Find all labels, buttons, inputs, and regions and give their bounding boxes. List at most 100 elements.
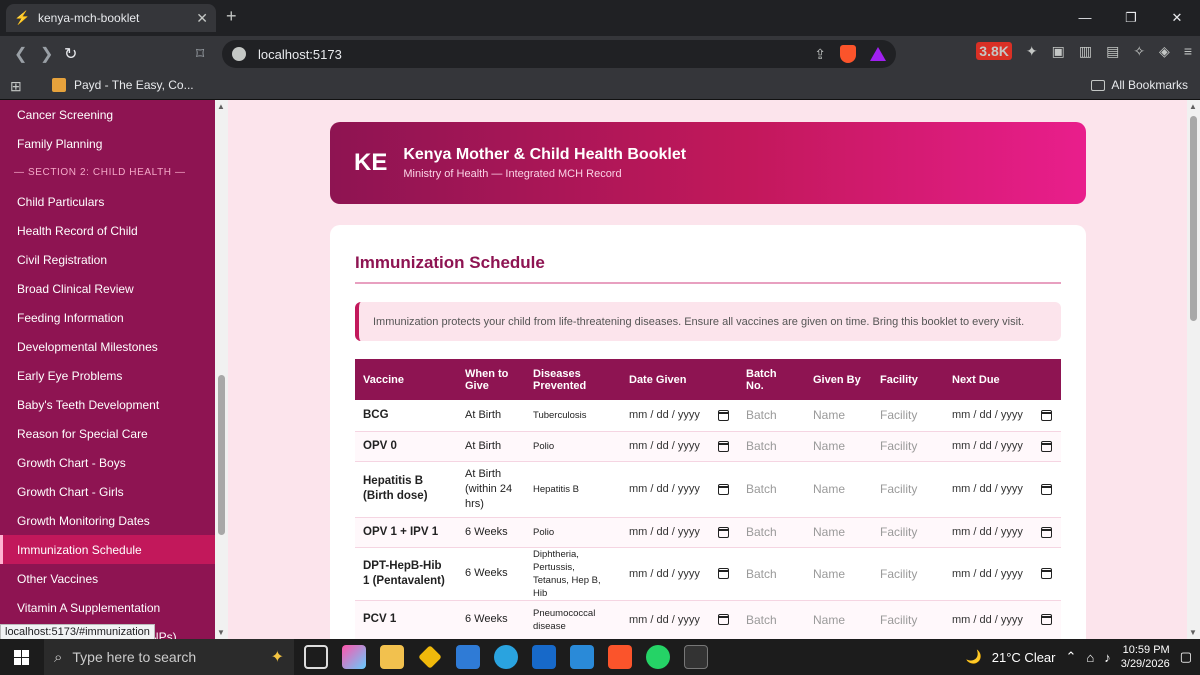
bookmark-item[interactable]: Payd - The Easy, Co... (52, 78, 194, 92)
sidebar-item-eye-problems[interactable]: Early Eye Problems (0, 361, 215, 390)
minimize-icon[interactable]: — (1062, 0, 1108, 36)
sidebar-item-civil-registration[interactable]: Civil Registration (0, 245, 215, 274)
date-given-input[interactable]: mm / dd / yyyy (629, 614, 729, 626)
notification-icon[interactable]: ▢ (1180, 649, 1192, 665)
new-tab-icon[interactable]: + (226, 6, 237, 27)
page-scrollbar[interactable]: ▲ ▼ (1187, 100, 1200, 639)
date-given-input[interactable]: mm / dd / yyyy (629, 483, 729, 495)
sidebar-item-clinical-review[interactable]: Broad Clinical Review (0, 274, 215, 303)
given-by-input[interactable]: Name (813, 613, 845, 627)
all-bookmarks-button[interactable]: All Bookmarks (1091, 78, 1188, 92)
wallet-icon[interactable]: ▤ (1106, 43, 1119, 60)
calendar-icon[interactable] (718, 483, 729, 495)
calendar-icon[interactable] (1041, 409, 1052, 421)
sidebar-item-milestones[interactable]: Developmental Milestones (0, 332, 215, 361)
calendar-icon[interactable] (1041, 483, 1052, 495)
sidebar-item-vitamin-a[interactable]: Vitamin A Supplementation (0, 593, 215, 622)
given-by-input[interactable]: Name (813, 439, 845, 453)
scroll-down-icon[interactable]: ▼ (1189, 628, 1197, 637)
site-info-icon[interactable] (232, 47, 246, 61)
reload-icon[interactable]: ↻ (64, 44, 77, 64)
next-due-input[interactable]: mm / dd / yyyy (952, 483, 1052, 495)
calendar-icon[interactable] (718, 568, 729, 579)
next-due-input[interactable]: mm / dd / yyyy (952, 614, 1052, 626)
sidebar-item-growth-girls[interactable]: Growth Chart - Girls (0, 477, 215, 506)
volume-icon[interactable]: ♪ (1104, 650, 1111, 665)
sidebar-item-special-care[interactable]: Reason for Special Care (0, 419, 215, 448)
sidebar-item-feeding[interactable]: Feeding Information (0, 303, 215, 332)
calendar-icon[interactable] (1041, 614, 1052, 625)
tray-chevron-icon[interactable]: ⌃ (1066, 649, 1077, 665)
facility-input[interactable]: Facility (880, 439, 917, 453)
task-view-icon[interactable] (304, 645, 328, 669)
extensions-icon[interactable]: ✦ (1026, 43, 1038, 60)
next-due-input[interactable]: mm / dd / yyyy (952, 526, 1052, 538)
brave-rewards-icon[interactable] (870, 47, 886, 61)
batch-input[interactable]: Batch (746, 525, 777, 539)
sidebar-item-immunization[interactable]: Immunization Schedule (0, 535, 215, 564)
store-icon[interactable] (456, 645, 480, 669)
weather-text[interactable]: 21°C Clear (992, 650, 1056, 665)
given-by-input[interactable]: Name (813, 567, 845, 581)
whatsapp-icon[interactable] (646, 645, 670, 669)
next-due-input[interactable]: mm / dd / yyyy (952, 568, 1052, 580)
sidebar-item-family-planning[interactable]: Family Planning (0, 129, 215, 158)
vpn-icon[interactable]: ◈ (1159, 43, 1170, 60)
brave-shields-icon[interactable] (840, 45, 856, 63)
telegram-icon[interactable] (494, 645, 518, 669)
binance-icon[interactable] (418, 645, 442, 669)
close-window-icon[interactable]: ✕ (1154, 0, 1200, 36)
sidebar-item-other-vaccines[interactable]: Other Vaccines (0, 564, 215, 593)
sidebar-item-teeth[interactable]: Baby's Teeth Development (0, 390, 215, 419)
sidebar-item-cancer-screening[interactable]: Cancer Screening (0, 100, 215, 129)
calendar-icon[interactable] (718, 526, 729, 538)
facility-input[interactable]: Facility (880, 525, 917, 539)
date-given-input[interactable]: mm / dd / yyyy (629, 409, 729, 421)
page-scroll-thumb[interactable] (1190, 116, 1197, 321)
calendar-icon[interactable] (718, 440, 729, 452)
windows-start-icon[interactable] (14, 650, 29, 665)
taskbar-search[interactable]: ⌕ Type here to search ✦ (44, 639, 294, 675)
sidebar-item-growth-boys[interactable]: Growth Chart - Boys (0, 448, 215, 477)
date-given-input[interactable]: mm / dd / yyyy (629, 526, 729, 538)
batch-input[interactable]: Batch (746, 439, 777, 453)
calendar-icon[interactable] (718, 614, 729, 625)
calendar-icon[interactable] (1041, 440, 1052, 452)
scroll-down-icon[interactable]: ▼ (217, 628, 225, 637)
sidebar-item-child-particulars[interactable]: Child Particulars (0, 187, 215, 216)
calendar-icon[interactable] (1041, 526, 1052, 538)
screenshot-icon[interactable]: ▣ (1052, 43, 1065, 60)
back-icon[interactable]: ❮ (14, 44, 27, 64)
next-due-input[interactable]: mm / dd / yyyy (952, 440, 1052, 452)
given-by-input[interactable]: Name (813, 525, 845, 539)
next-due-input[interactable]: mm / dd / yyyy (952, 409, 1052, 421)
facility-input[interactable]: Facility (880, 482, 917, 496)
extension-badge[interactable]: 3.8K (976, 42, 1012, 60)
share-icon[interactable]: ⇪ (814, 46, 826, 63)
copilot-icon[interactable] (342, 645, 366, 669)
batch-input[interactable]: Batch (746, 567, 777, 581)
browser-tab[interactable]: ⚡ kenya-mch-booklet ✕ (6, 4, 216, 32)
batch-input[interactable]: Batch (746, 482, 777, 496)
network-icon[interactable]: ⌂ (1086, 650, 1094, 665)
facility-input[interactable]: Facility (880, 567, 917, 581)
file-explorer-icon[interactable] (380, 645, 404, 669)
facility-input[interactable]: Facility (880, 408, 917, 422)
app-icon[interactable] (532, 645, 556, 669)
batch-input[interactable]: Batch (746, 408, 777, 422)
vscode-icon[interactable] (570, 645, 594, 669)
sidebar-item-growth-dates[interactable]: Growth Monitoring Dates (0, 506, 215, 535)
close-tab-icon[interactable]: ✕ (196, 10, 208, 27)
date-given-input[interactable]: mm / dd / yyyy (629, 568, 729, 580)
batch-input[interactable]: Batch (746, 613, 777, 627)
menu-icon[interactable]: ≡ (1184, 43, 1192, 59)
forward-icon[interactable]: ❯ (40, 44, 53, 64)
url-text[interactable]: localhost:5173 (258, 47, 814, 62)
sidebar-item-health-record[interactable]: Health Record of Child (0, 216, 215, 245)
calendar-icon[interactable] (718, 409, 729, 421)
scroll-up-icon[interactable]: ▲ (217, 102, 225, 111)
facility-input[interactable]: Facility (880, 613, 917, 627)
sidebar-scrollbar[interactable]: ▲ ▼ (215, 100, 228, 639)
sidebar-toggle-icon[interactable]: ▥ (1079, 43, 1092, 60)
sidebar-scroll-thumb[interactable] (218, 375, 225, 535)
